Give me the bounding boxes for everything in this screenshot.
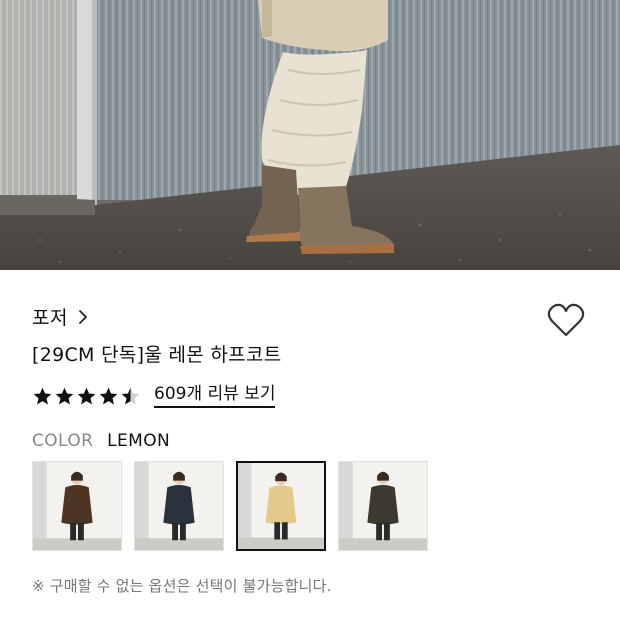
product-main-image	[0, 0, 620, 270]
heart-outline-icon	[546, 303, 586, 342]
color-option: COLOR LEMON	[32, 431, 170, 451]
wishlist-button[interactable]	[546, 302, 586, 338]
star-icon	[99, 387, 118, 404]
model-thumbnail	[238, 463, 324, 549]
star-icon	[55, 387, 74, 404]
color-swatch-lemon[interactable]	[236, 461, 326, 551]
color-swatch-list	[32, 461, 440, 551]
product-title: [29CM 단독]울 레몬 하프코트	[32, 344, 282, 366]
color-label: COLOR	[32, 431, 94, 451]
color-swatch-brown[interactable]	[32, 461, 122, 551]
color-swatch-navy[interactable]	[134, 461, 224, 551]
star-icon	[77, 387, 96, 404]
star-icon	[33, 387, 52, 404]
model-thumbnail	[33, 462, 121, 550]
model-thumbnail	[339, 462, 427, 550]
rating-row: 609개 리뷰 보기	[32, 384, 276, 408]
color-swatch-khaki[interactable]	[338, 461, 428, 551]
star-rating	[32, 386, 142, 407]
model-thumbnail	[135, 462, 223, 550]
brand-name: 포저	[32, 307, 68, 329]
option-notice: ※ 구매할 수 없는 옵션은 선택이 불가능합니다.	[32, 577, 332, 595]
chevron-right-icon	[78, 309, 88, 325]
brand-link[interactable]: 포저	[32, 303, 88, 330]
color-value: LEMON	[107, 431, 171, 451]
review-link[interactable]: 609개 리뷰 보기	[154, 384, 276, 408]
star-icon	[121, 387, 140, 404]
